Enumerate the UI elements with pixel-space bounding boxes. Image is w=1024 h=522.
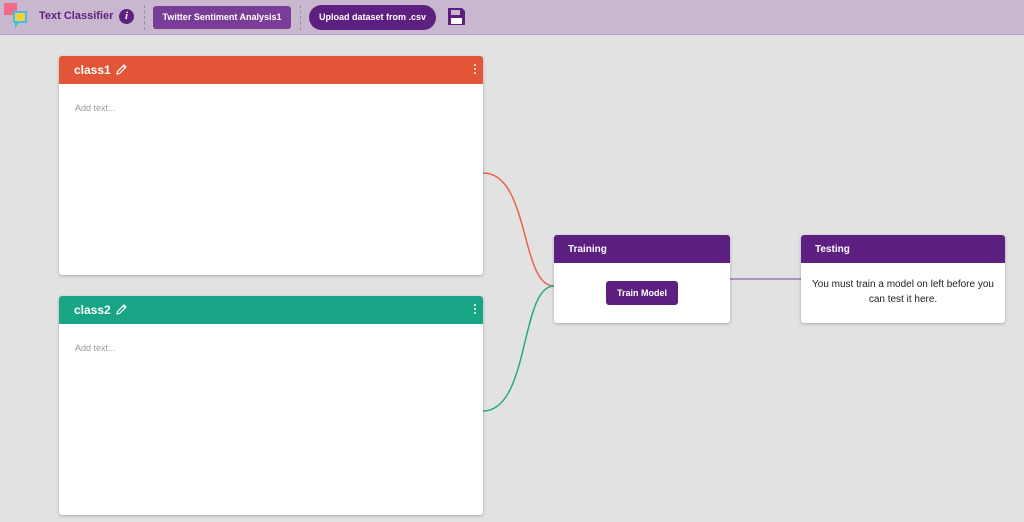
class-name[interactable]: class1	[74, 63, 111, 77]
kebab-menu-icon[interactable]	[474, 304, 477, 316]
class-card-header: class1	[59, 56, 483, 84]
pencil-icon[interactable]	[115, 303, 128, 316]
pencil-icon[interactable]	[115, 63, 128, 76]
class2-connector	[482, 285, 555, 412]
training-card: Training Train Model	[554, 235, 730, 323]
app-logo	[4, 3, 27, 28]
testing-card: Testing You must train a model on left b…	[801, 235, 1005, 323]
project-name-button[interactable]: Twitter Sentiment Analysis1	[153, 6, 291, 29]
add-text-area[interactable]: Add text...	[75, 343, 116, 353]
floppy-disk-icon[interactable]	[447, 7, 466, 26]
testing-title: Testing	[801, 235, 1005, 263]
app-title: Text Classifier	[39, 10, 114, 22]
divider	[144, 5, 145, 30]
add-text-area[interactable]: Add text...	[75, 103, 116, 113]
top-bar: Text Classifier i Twitter Sentiment Anal…	[0, 0, 1024, 35]
train-model-button[interactable]: Train Model	[606, 281, 678, 305]
testing-message: You must train a model on left before yo…	[812, 279, 994, 305]
class-card-header: class2	[59, 296, 483, 324]
class1-connector	[482, 172, 555, 287]
kebab-menu-icon[interactable]	[474, 64, 477, 76]
class-card-2: class2 Add text...	[59, 296, 483, 515]
divider	[300, 5, 301, 30]
training-title: Training	[554, 235, 730, 263]
info-icon[interactable]: i	[119, 9, 134, 24]
class-name[interactable]: class2	[74, 303, 111, 317]
upload-dataset-button[interactable]: Upload dataset from .csv	[309, 5, 436, 30]
class-card-1: class1 Add text...	[59, 56, 483, 275]
